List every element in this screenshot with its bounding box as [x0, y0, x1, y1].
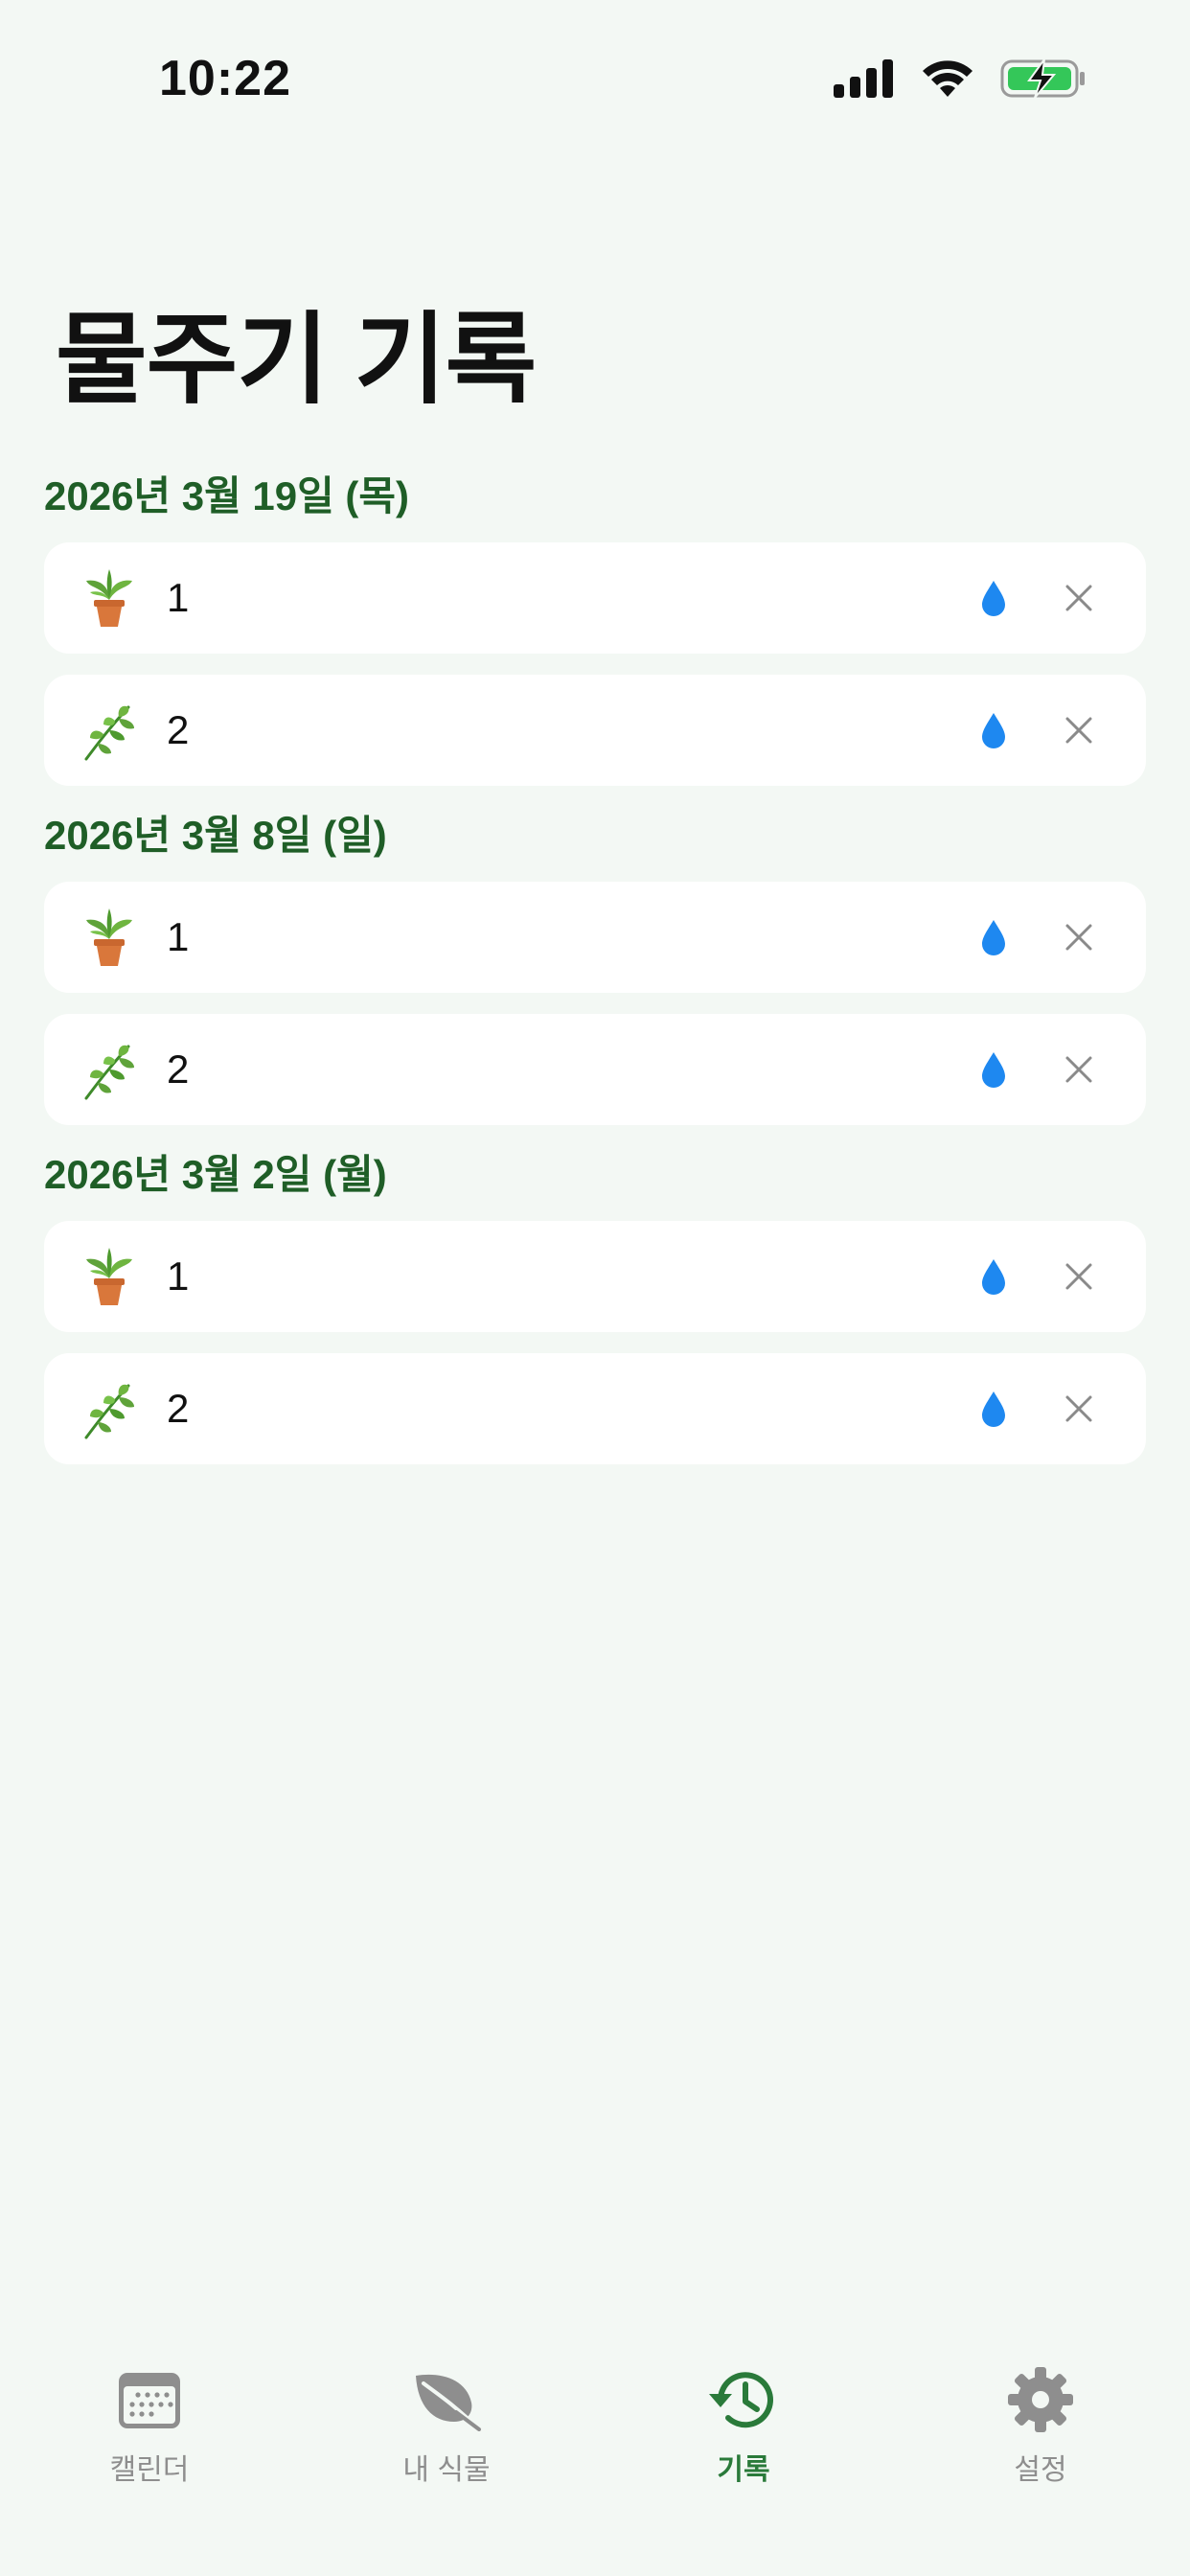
plant-name: 1: [167, 1254, 190, 1299]
watering-history-list: 2026년 3월 19일 (목) 1 2 2026년 3월 8일 (일) 1 2…: [44, 450, 1146, 1464]
close-icon: [1065, 585, 1092, 611]
history-entry-row[interactable]: 1: [44, 882, 1146, 993]
tab-label: 내 식물: [402, 2454, 491, 2486]
tab-history[interactable]: 기록: [648, 2361, 839, 2488]
water-drop-icon: [977, 576, 1010, 620]
plant-name: 2: [167, 1046, 190, 1092]
close-icon: [1065, 1395, 1092, 1422]
history-entry-row[interactable]: 2: [44, 1353, 1146, 1464]
history-section: 2026년 3월 19일 (목) 1 2: [44, 458, 1146, 786]
plant-name: 2: [167, 1386, 190, 1431]
tab-my-plants[interactable]: 내 식물: [351, 2361, 542, 2488]
history-entry-row[interactable]: 2: [44, 1014, 1146, 1125]
potted-plant-icon: [80, 907, 138, 968]
status-time: 10:22: [159, 51, 291, 106]
tab-bar: 캘린더 내 식물 기록 설정: [0, 2338, 1190, 2576]
water-drop-icon: [977, 1387, 1010, 1431]
water-drop-icon: [977, 1254, 1010, 1299]
plant-name: 2: [167, 707, 190, 752]
water-drop-icon: [977, 1047, 1010, 1092]
herb-icon: [80, 1378, 138, 1439]
history-entry-row[interactable]: 2: [44, 675, 1146, 786]
history-entry-row[interactable]: 1: [44, 542, 1146, 654]
plant-name: 1: [167, 575, 190, 620]
calendar-icon: [111, 2361, 188, 2438]
herb-icon: [80, 700, 138, 761]
potted-plant-icon: [80, 567, 138, 629]
potted-plant-icon: [80, 1246, 138, 1307]
delete-entry-button[interactable]: [1052, 703, 1106, 757]
battery-charging-icon: [1000, 58, 1085, 99]
delete-entry-button[interactable]: [1052, 571, 1106, 625]
section-date-header: 2026년 3월 8일 (일): [44, 812, 387, 858]
tab-label: 설정: [1014, 2454, 1067, 2486]
wifi-icon: [923, 60, 973, 97]
water-drop-icon: [977, 708, 1010, 752]
history-entry-row[interactable]: 1: [44, 1221, 1146, 1332]
cellular-signal-icon: [834, 59, 893, 98]
history-section: 2026년 3월 8일 (일) 1 2: [44, 797, 1146, 1125]
delete-entry-button[interactable]: [1052, 1043, 1106, 1096]
close-icon: [1065, 1056, 1092, 1083]
tab-label: 캘린더: [109, 2454, 190, 2486]
close-icon: [1065, 1263, 1092, 1290]
tab-calendar[interactable]: 캘린더: [54, 2361, 245, 2488]
close-icon: [1065, 924, 1092, 951]
plant-name: 1: [167, 914, 190, 959]
leaf-icon: [408, 2361, 485, 2438]
page-title: 물주기 기록: [56, 305, 537, 416]
delete-entry-button[interactable]: [1052, 1250, 1106, 1303]
herb-icon: [80, 1039, 138, 1100]
gear-icon: [1002, 2361, 1079, 2438]
status-bar: 10:22: [0, 0, 1190, 153]
section-date-header: 2026년 3월 19일 (목): [44, 472, 410, 518]
section-date-header: 2026년 3월 2일 (월): [44, 1151, 387, 1197]
delete-entry-button[interactable]: [1052, 1382, 1106, 1436]
water-drop-icon: [977, 915, 1010, 959]
close-icon: [1065, 717, 1092, 744]
history-icon: [705, 2361, 782, 2438]
status-icons: [834, 58, 1087, 100]
tab-label: 기록: [717, 2454, 770, 2486]
history-section: 2026년 3월 2일 (월) 1 2: [44, 1137, 1146, 1464]
tab-settings[interactable]: 설정: [945, 2361, 1136, 2488]
delete-entry-button[interactable]: [1052, 910, 1106, 964]
